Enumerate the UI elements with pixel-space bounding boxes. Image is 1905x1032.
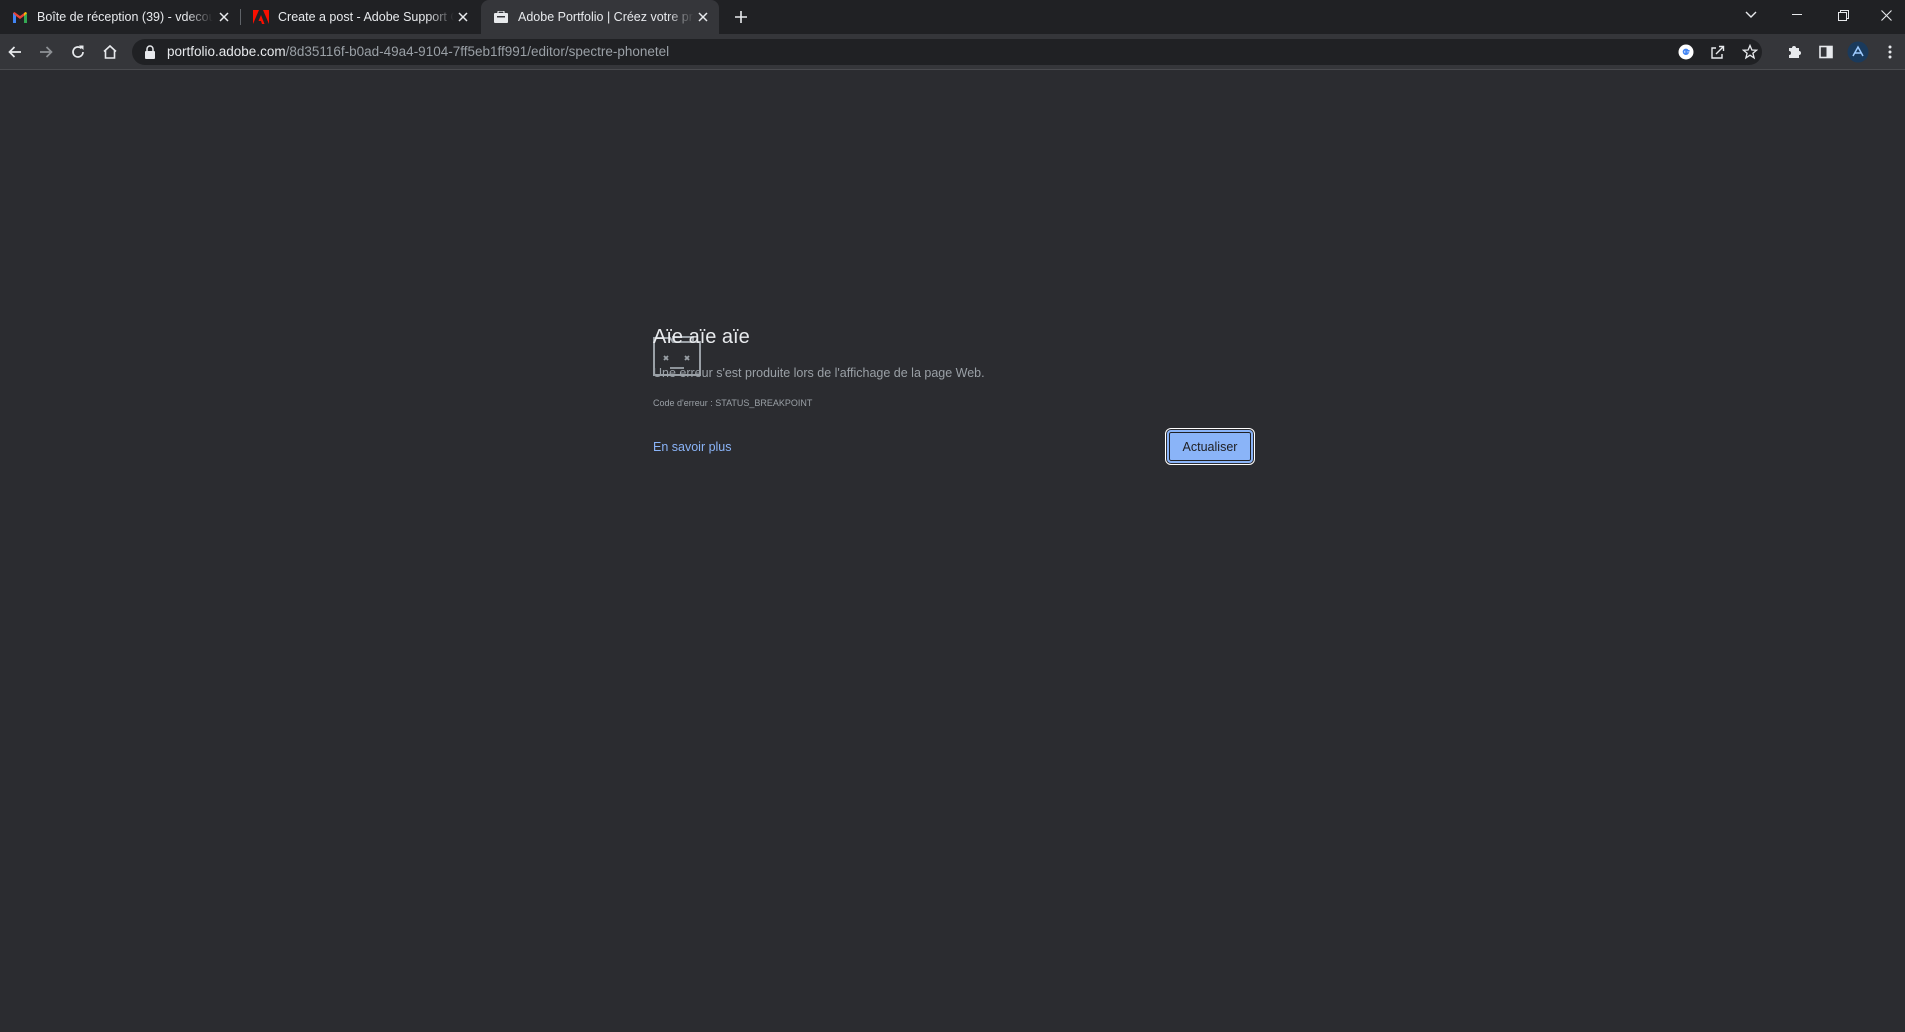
close-tab-icon[interactable] [216, 9, 232, 25]
refresh-icon [72, 45, 84, 58]
share-icon[interactable] [1708, 42, 1728, 62]
forward-button[interactable] [34, 40, 58, 64]
toolbar: portfolio.adobe.com/8d35116f-b0ad-49a4-9… [0, 34, 1905, 70]
gmail-icon [12, 9, 28, 25]
minimize-button[interactable] [1775, 0, 1819, 30]
tab-title: Create a post - Adobe Support Community [278, 10, 454, 24]
close-tab-icon[interactable] [695, 9, 711, 25]
restore-button[interactable] [1821, 0, 1865, 30]
learn-more-link[interactable]: En savoir plus [653, 440, 732, 454]
reload-button[interactable]: Actualiser [1165, 428, 1255, 465]
profile-avatar[interactable] [1846, 40, 1870, 64]
google-lens-icon[interactable] [1676, 42, 1696, 62]
new-tab-button[interactable] [731, 7, 751, 27]
side-panel-icon [1819, 45, 1833, 59]
bookmark-star-icon[interactable] [1740, 42, 1760, 62]
tab-adobe-support[interactable]: Create a post - Adobe Support Community [241, 0, 479, 34]
address-bar[interactable]: portfolio.adobe.com/8d35116f-b0ad-49a4-9… [132, 39, 1762, 65]
error-description: Une erreur s'est produite lors de l'affi… [653, 366, 985, 380]
tab-title: Boîte de réception (39) - vdecoustre [37, 10, 213, 24]
menu-button[interactable] [1878, 40, 1902, 64]
avatar-icon [1847, 41, 1869, 63]
side-panel-button[interactable] [1814, 40, 1838, 64]
home-button[interactable] [98, 40, 122, 64]
close-tab-icon[interactable] [455, 9, 471, 25]
lock-icon[interactable] [144, 45, 156, 59]
home-icon [103, 44, 117, 59]
url-text[interactable]: portfolio.adobe.com/8d35116f-b0ad-49a4-9… [167, 44, 669, 59]
tab-adobe-portfolio[interactable]: Adobe Portfolio | Créez votre propre [481, 0, 719, 34]
tab-gmail[interactable]: Boîte de réception (39) - vdecoustre [0, 0, 240, 34]
back-button[interactable] [3, 40, 27, 64]
adobe-icon [253, 9, 269, 25]
error-title: Aïe aïe aïe [653, 326, 750, 348]
tab-title: Adobe Portfolio | Créez votre propre [518, 10, 694, 24]
extensions-button[interactable] [1782, 40, 1806, 64]
portfolio-icon [493, 9, 509, 25]
error-code: Code d'erreur : STATUS_BREAKPOINT [653, 398, 813, 408]
close-window-button[interactable] [1867, 0, 1905, 30]
reload-toolbar-button[interactable] [66, 40, 90, 64]
page-content [0, 70, 1905, 1032]
url-host: portfolio.adobe.com [167, 44, 286, 59]
back-arrow-icon [8, 46, 21, 58]
more-vert-icon [1888, 45, 1892, 59]
tab-search-button[interactable] [1729, 0, 1773, 30]
tab-strip: Boîte de réception (39) - vdecoustre Cre… [0, 0, 1905, 34]
forward-arrow-icon [40, 46, 53, 58]
url-path: /8d35116f-b0ad-49a4-9104-7ff5eb1ff991/ed… [285, 44, 670, 59]
puzzle-icon [1789, 46, 1801, 58]
